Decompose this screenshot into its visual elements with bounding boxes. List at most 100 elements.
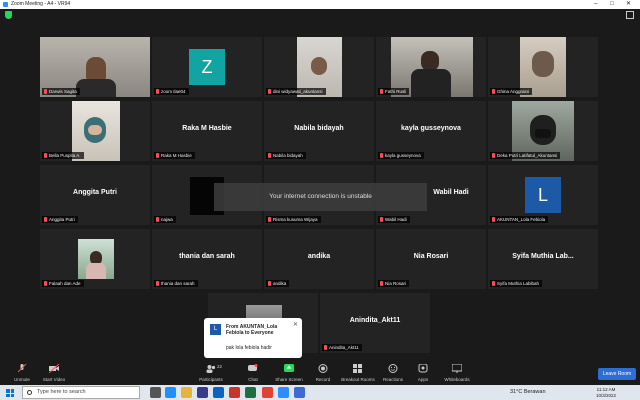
muted-mic-icon	[492, 89, 495, 94]
participant-name: zoom Ilae04	[154, 88, 189, 95]
muted-mic-icon	[380, 153, 383, 158]
muted-mic-icon	[492, 217, 495, 222]
participant-name: Wabil Hadi	[378, 216, 410, 223]
participant-display-name: kayla gusseynova	[401, 125, 461, 132]
participants-icon	[206, 365, 216, 373]
chat-notification[interactable]: L From AKUNTAN_Lola Febiola to Everyone …	[204, 318, 302, 358]
participant-video	[78, 239, 114, 279]
video-off-icon	[49, 364, 59, 373]
security-shield-icon[interactable]	[5, 11, 12, 19]
video-tile[interactable]: Falaah dan Ade	[40, 229, 150, 289]
video-tile[interactable]: Nabila bidayah Nabila bidayah	[264, 101, 374, 161]
excel-icon[interactable]	[245, 387, 256, 398]
participant-avatar: Z	[189, 49, 225, 85]
participant-name: Syifa Muthia Labibah	[490, 280, 543, 287]
store-icon[interactable]	[197, 387, 208, 398]
word-icon[interactable]	[294, 387, 305, 398]
taskbar-search-input[interactable]: Type here to search	[22, 386, 140, 399]
smiley-icon	[388, 364, 398, 373]
participant-display-name: Raka M Hasbie	[182, 125, 232, 132]
start-video-button[interactable]: Start Video	[32, 361, 76, 385]
taskbar-clock[interactable]: 11:12 AM 10/3/2022	[596, 387, 616, 398]
muted-mic-icon	[492, 153, 495, 158]
participant-name: Anindita_Akt11	[322, 344, 362, 351]
weather-text: 31°C Berawan	[510, 389, 546, 395]
clock-time: 11:12 AM	[596, 387, 616, 392]
gallery-view-icon[interactable]	[626, 11, 634, 19]
leave-room-button[interactable]: Leave Room	[598, 368, 636, 380]
video-tile[interactable]: Ghina Anggraini	[488, 37, 598, 97]
close-icon[interactable]: ✕	[293, 321, 298, 328]
video-tile[interactable]: andika andika	[264, 229, 374, 289]
participants-button[interactable]: 22 Participants	[189, 361, 233, 385]
muted-mic-icon	[268, 281, 271, 286]
video-tile[interactable]: Bella Puspita A.	[40, 101, 150, 161]
edge-browser-icon[interactable]	[165, 387, 176, 398]
muted-mic-icon	[44, 153, 47, 158]
muted-mic-icon	[268, 89, 271, 94]
participant-name: Bella Puspita A.	[42, 152, 84, 159]
video-tile[interactable]: Anindita_Akt11 Anindita_Akt11	[320, 293, 430, 353]
muted-mic-icon	[156, 281, 159, 286]
pdf-app-icon[interactable]	[229, 387, 240, 398]
video-tile[interactable]: thania dan sarah thania dan sarah	[152, 229, 262, 289]
participant-display-name: andika	[307, 253, 331, 260]
muted-mic-icon	[156, 153, 159, 158]
whiteboards-button[interactable]: Whiteboards	[435, 361, 479, 385]
participant-name: Fathi Rusli	[378, 88, 410, 95]
participant-name: Deka Putri Latifatul_Akuntansi	[490, 152, 561, 159]
apps-icon	[418, 364, 428, 373]
weather-widget[interactable]: 31°C Berawan	[510, 385, 546, 400]
participant-display-name: Nabila bidayah	[294, 125, 344, 132]
participant-name: dini widyawati_akuntansi	[266, 88, 326, 95]
video-tile[interactable]: Nia Rosari Nia Rosari	[376, 229, 486, 289]
mic-muted-icon	[17, 364, 27, 373]
whiteboard-icon	[452, 364, 462, 373]
minimize-icon[interactable]: –	[594, 0, 597, 9]
video-tile[interactable]: Syifa Muthia Lab... Syifa Muthia Labibah	[488, 229, 598, 289]
participant-avatar: L	[525, 177, 561, 213]
participant-display-name: Syifa Muthia Lab...	[512, 253, 574, 260]
participants-label: Participants	[199, 377, 223, 382]
meeting-topbar	[0, 9, 640, 21]
participant-name: kayla gusseynova	[378, 152, 424, 159]
video-tile[interactable]: L AKUNTAN_Lola Febiola	[488, 165, 598, 225]
participant-name: najwa	[154, 216, 176, 223]
whiteboards-label: Whiteboards	[444, 377, 470, 382]
meeting-toolbar: Unmute Start Video 22 Participants Chat …	[0, 361, 640, 385]
muted-mic-icon	[324, 345, 327, 350]
file-explorer-icon[interactable]	[181, 387, 192, 398]
video-tile[interactable]: kayla gusseynova kayla gusseynova	[376, 101, 486, 161]
video-tile[interactable]: dini widyawati_akuntansi	[264, 37, 374, 97]
breakout-rooms-icon	[353, 364, 362, 373]
muted-mic-icon	[380, 89, 383, 94]
zoom-taskbar-icon[interactable]	[278, 387, 289, 398]
windows-start-icon[interactable]	[6, 389, 14, 397]
task-view-icon[interactable]	[150, 387, 161, 398]
search-icon	[27, 390, 32, 395]
participant-name: andika	[266, 280, 290, 287]
participant-name: Falaah dan Ade	[42, 280, 84, 287]
chat-message: pak lola febiola hadir	[226, 345, 272, 351]
mail-icon[interactable]	[213, 387, 224, 398]
participant-name: Anggita Putri	[42, 216, 78, 223]
muted-mic-icon	[268, 153, 271, 158]
muted-mic-icon	[492, 281, 495, 286]
participants-count: 22	[217, 364, 223, 369]
participant-name: Raka M Hasbie	[154, 152, 195, 159]
close-icon[interactable]: ✕	[626, 0, 631, 9]
muted-mic-icon	[268, 217, 271, 222]
video-tile[interactable]: Raka M Hasbie Raka M Hasbie	[152, 101, 262, 161]
video-tile[interactable]: Deka Putri Latifatul_Akuntansi	[488, 101, 598, 161]
participant-name: Risma kusuma Wijaya	[266, 216, 321, 223]
participant-display-name: Nia Rosari	[413, 253, 449, 260]
chrome-icon[interactable]	[262, 387, 273, 398]
maximize-icon[interactable]: □	[610, 0, 614, 9]
video-tile[interactable]: Anggita Putri Anggita Putri	[40, 165, 150, 225]
video-tile[interactable]: Fathi Rusli	[376, 37, 486, 97]
connection-warning: Your internet connection is unstable	[214, 183, 427, 211]
video-tile[interactable]: Darwis Sagita	[40, 37, 150, 97]
video-tile[interactable]: Z zoom Ilae04	[152, 37, 262, 97]
participant-display-name: Anggita Putri	[73, 189, 117, 196]
chat-avatar: L	[210, 324, 221, 335]
